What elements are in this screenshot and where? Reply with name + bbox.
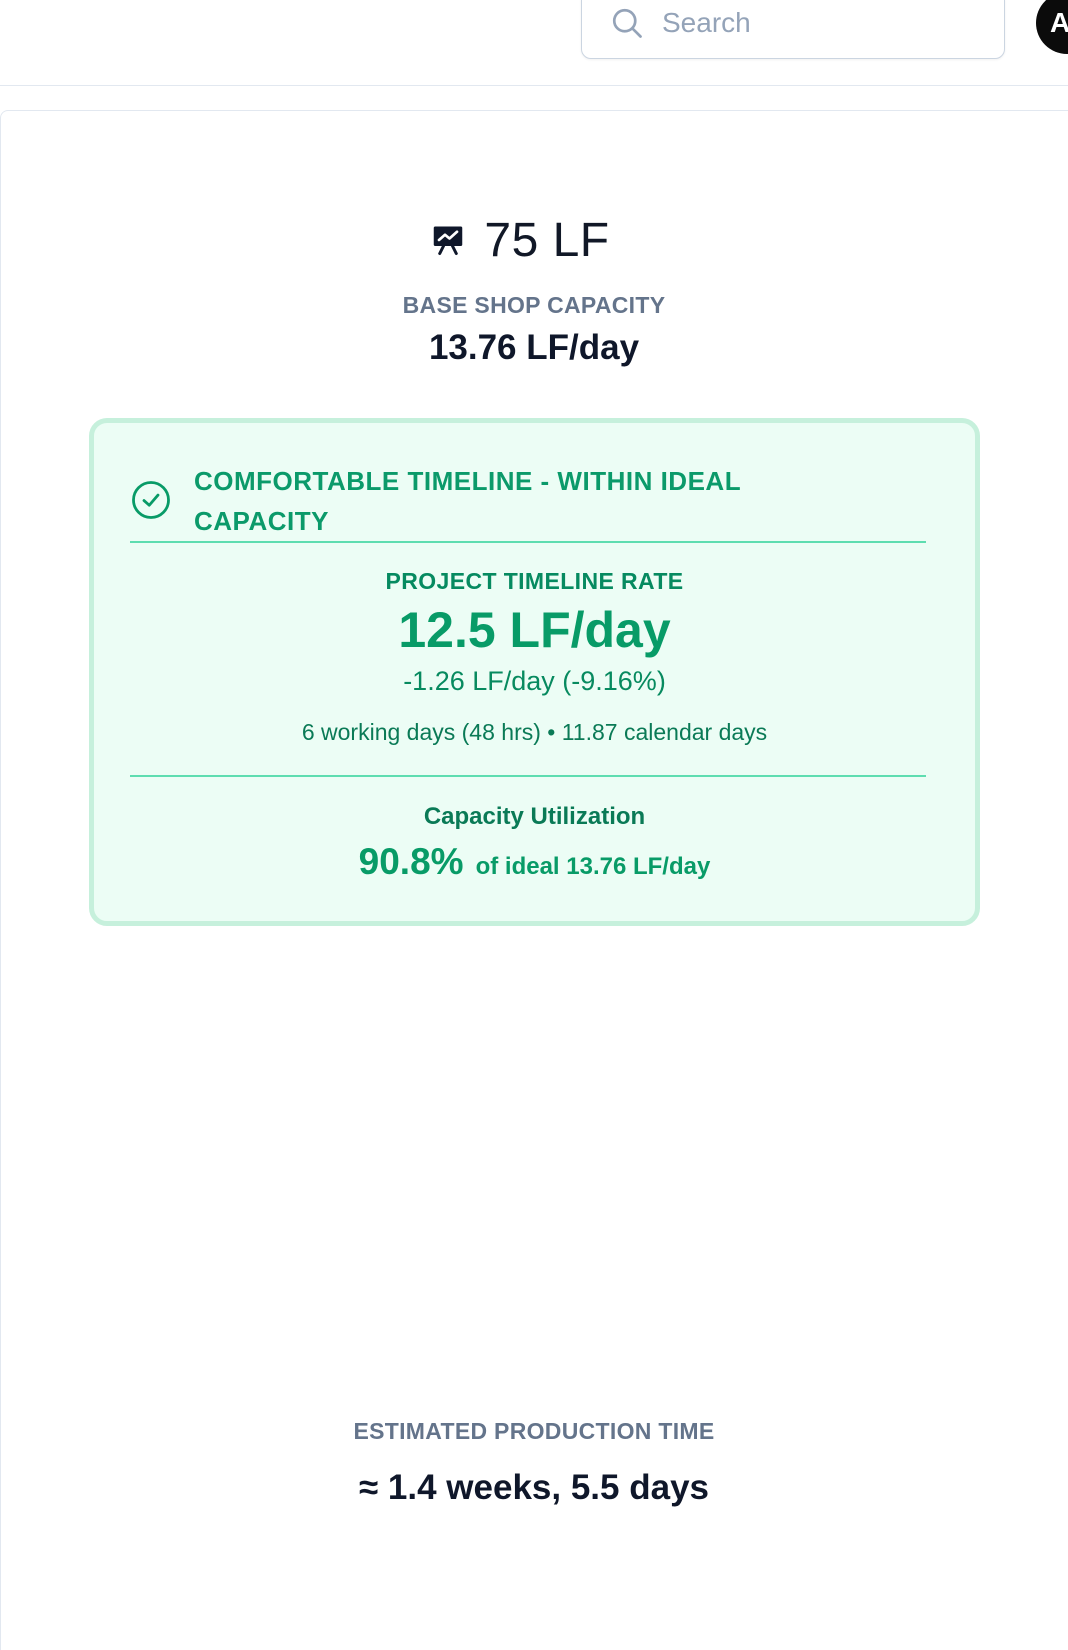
top-bar: A xyxy=(0,0,1068,86)
base-capacity-label: BASE SHOP CAPACITY xyxy=(402,292,666,318)
utilization-reference: of ideal 13.76 LF/day xyxy=(475,853,711,880)
search-icon xyxy=(612,8,642,38)
rate-value: 12.5 LF/day xyxy=(398,602,671,658)
search-box[interactable] xyxy=(581,0,1005,59)
rate-label: PROJECT TIMELINE RATE xyxy=(385,568,684,594)
rate-difference: -1.26 LF/day (-9.16%) xyxy=(403,666,666,696)
check-circle-icon xyxy=(132,481,170,519)
estimated-time-label: ESTIMATED PRODUCTION TIME xyxy=(353,1418,715,1444)
presentation-chart-icon xyxy=(434,226,463,255)
total-length-row: 75 LF xyxy=(0,212,1068,268)
status-header: COMFORTABLE TIMELINE - WITHIN IDEAL CAPA… xyxy=(130,461,926,543)
timeline-status-card: COMFORTABLE TIMELINE - WITHIN IDEAL CAPA… xyxy=(89,418,980,926)
utilization-percent: 90.8% xyxy=(358,841,464,882)
timeline-duration: 6 working days (48 hrs) • 11.87 calendar… xyxy=(301,719,768,745)
status-title: COMFORTABLE TIMELINE - WITHIN IDEAL CAPA… xyxy=(194,466,741,536)
search-input[interactable] xyxy=(662,1,982,45)
card-divider xyxy=(130,775,926,777)
base-capacity-value: 13.76 LF/day xyxy=(428,328,640,367)
avatar[interactable]: A xyxy=(1036,0,1068,54)
total-length: 75 LF xyxy=(484,213,610,267)
utilization-row: 90.8% of ideal 13.76 LF/day xyxy=(94,841,975,883)
estimated-time-value: ≈ 1.4 weeks, 5.5 days xyxy=(359,1468,709,1507)
utilization-label: Capacity Utilization xyxy=(423,803,646,830)
